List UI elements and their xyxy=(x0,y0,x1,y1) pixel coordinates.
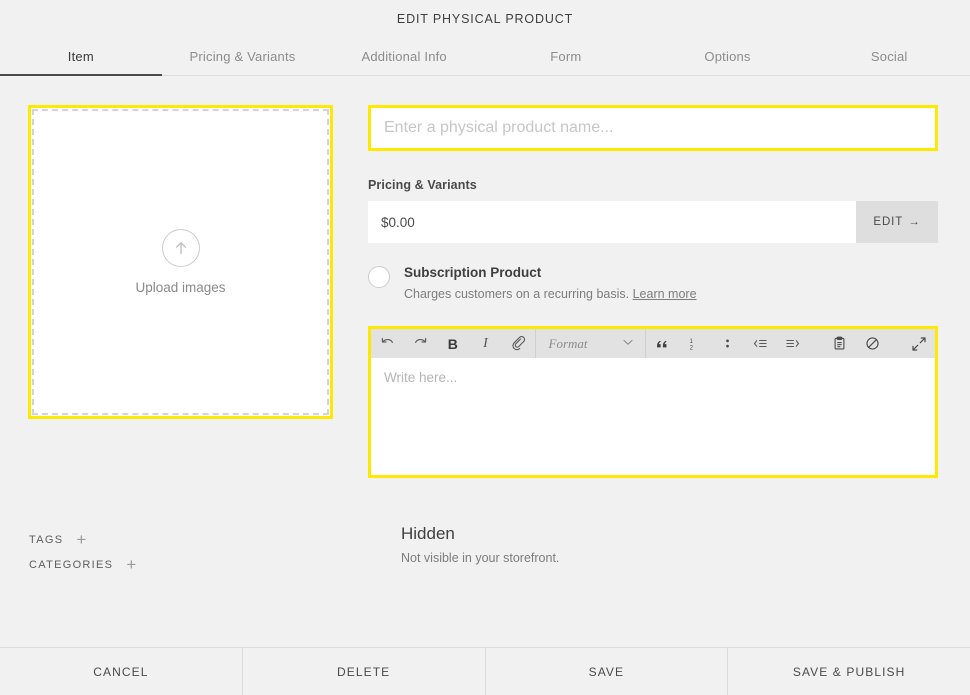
subscription-product-radio[interactable] xyxy=(368,266,390,288)
tab-additional-info[interactable]: Additional Info xyxy=(323,38,485,75)
subscription-texts: Subscription Product Charges customers o… xyxy=(404,265,697,301)
tab-label: Social xyxy=(870,49,908,64)
format-dropdown-label: Format xyxy=(548,335,588,351)
categories-label: CATEGORIES xyxy=(29,558,114,571)
upload-images-dropzone[interactable]: Upload images xyxy=(28,105,333,419)
price-row: $0.00 EDIT → xyxy=(368,201,938,243)
italic-icon[interactable]: I xyxy=(469,329,502,358)
tab-label: Item xyxy=(67,49,94,64)
tab-label: Additional Info xyxy=(361,49,447,64)
undo-icon[interactable] xyxy=(371,329,404,358)
tab-item[interactable]: Item xyxy=(0,38,162,76)
link-icon[interactable] xyxy=(502,329,535,358)
price-value: $0.00 xyxy=(381,214,415,230)
tags-row: TAGS + xyxy=(29,527,333,552)
expand-icon[interactable] xyxy=(902,329,935,358)
outdent-icon[interactable] xyxy=(744,329,777,358)
description-editor: B I Format 1 2 Write here... xyxy=(368,326,938,478)
arrow-right-icon: → xyxy=(908,216,921,228)
tab-social[interactable]: Social xyxy=(808,38,970,75)
price-input[interactable]: $0.00 xyxy=(368,201,856,243)
description-textarea[interactable]: Write here... xyxy=(371,358,935,475)
save-button[interactable]: SAVE xyxy=(486,648,729,695)
svg-text:2: 2 xyxy=(690,345,694,351)
add-tag-button[interactable]: + xyxy=(76,531,86,548)
learn-more-link[interactable]: Learn more xyxy=(633,287,697,301)
taxonomy-section: TAGS + CATEGORIES + xyxy=(28,527,333,577)
editor-toolbar: B I Format 1 2 xyxy=(371,329,935,358)
description-placeholder: Write here... xyxy=(384,370,458,385)
pricing-section-label: Pricing & Variants xyxy=(368,178,477,192)
bold-icon[interactable]: B xyxy=(436,329,469,358)
svg-text:1: 1 xyxy=(690,339,694,345)
footer-action-bar: CANCEL DELETE SAVE SAVE & PUBLISH xyxy=(0,647,970,695)
left-column: Upload images TAGS + CATEGORIES + xyxy=(28,105,333,577)
right-column: Enter a physical product name... Pricing… xyxy=(368,105,938,565)
tab-label: Form xyxy=(550,49,582,64)
save-and-publish-button[interactable]: SAVE & PUBLISH xyxy=(728,648,970,695)
quote-icon[interactable] xyxy=(646,329,679,358)
edit-pricing-button[interactable]: EDIT → xyxy=(856,201,938,243)
page-header: EDIT PHYSICAL PRODUCT xyxy=(0,0,970,38)
page-body: Upload images TAGS + CATEGORIES + Enter … xyxy=(0,77,970,647)
upload-images-label: Upload images xyxy=(135,280,226,295)
bulleted-list-icon[interactable] xyxy=(711,329,744,358)
product-name-input[interactable]: Enter a physical product name... xyxy=(368,105,938,151)
visibility-description: Not visible in your storefront. xyxy=(401,551,560,565)
indent-icon[interactable] xyxy=(777,329,810,358)
visibility-status: Hidden Not visible in your storefront. xyxy=(401,524,938,565)
cancel-button[interactable]: CANCEL xyxy=(0,648,243,695)
clear-formatting-icon[interactable] xyxy=(856,329,889,358)
format-dropdown[interactable]: Format xyxy=(536,329,645,358)
tab-label: Options xyxy=(704,49,751,64)
tab-pricing-variants[interactable]: Pricing & Variants xyxy=(162,38,324,75)
product-name-placeholder: Enter a physical product name... xyxy=(384,119,614,136)
add-category-button[interactable]: + xyxy=(126,556,136,573)
redo-icon[interactable] xyxy=(404,329,437,358)
visibility-title: Hidden xyxy=(401,524,455,543)
edit-physical-product-page: EDIT PHYSICAL PRODUCT Item Pricing & Var… xyxy=(0,0,970,695)
edit-pricing-label: EDIT xyxy=(873,216,904,228)
numbered-list-icon[interactable]: 1 2 xyxy=(678,329,711,358)
delete-button[interactable]: DELETE xyxy=(243,648,486,695)
chevron-down-icon xyxy=(622,336,634,352)
subscription-description-text: Charges customers on a recurring basis. xyxy=(404,287,630,301)
page-title: EDIT PHYSICAL PRODUCT xyxy=(396,12,574,26)
categories-row: CATEGORIES + xyxy=(29,552,333,577)
tab-options[interactable]: Options xyxy=(647,38,809,75)
tab-bar: Item Pricing & Variants Additional Info … xyxy=(0,38,970,76)
subscription-description: Charges customers on a recurring basis. … xyxy=(404,287,697,301)
paste-icon[interactable] xyxy=(823,329,856,358)
tags-label: TAGS xyxy=(29,533,64,546)
subscription-row: Subscription Product Charges customers o… xyxy=(368,265,938,301)
tab-label: Pricing & Variants xyxy=(189,49,296,64)
arrow-up-circle-icon xyxy=(161,229,200,267)
tab-form[interactable]: Form xyxy=(485,38,647,75)
subscription-product-label: Subscription Product xyxy=(404,265,542,280)
